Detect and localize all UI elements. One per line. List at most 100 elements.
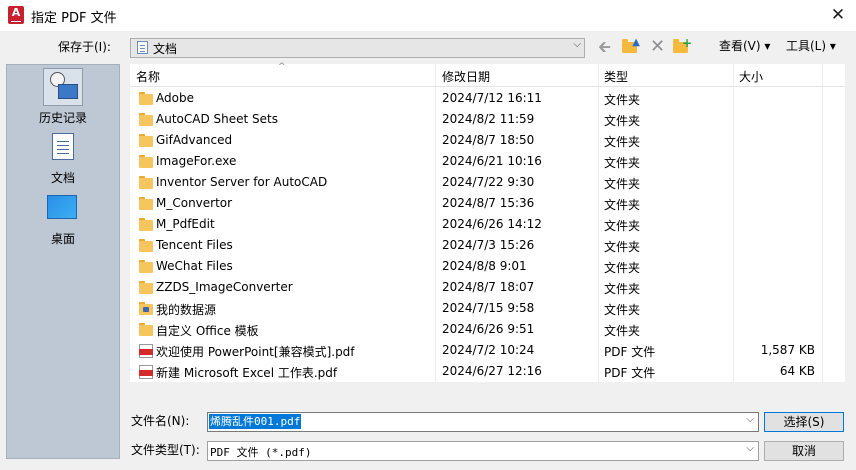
file-row[interactable]: M_PdfEdit 2024/6/26 14:12 文件夹 (130, 214, 845, 235)
save-in-value: 文档 (153, 42, 178, 56)
places-item-desktop[interactable]: 桌面 (7, 230, 119, 247)
title-bar: A 指定 PDF 文件 ✕ (0, 0, 856, 31)
file-date: 2024/7/2 10:24 (442, 343, 535, 357)
column-header-type[interactable]: 类型 (604, 68, 628, 85)
tools-menu[interactable]: 工具(L) ▾ (786, 37, 836, 54)
column-header-date[interactable]: 修改日期 (442, 68, 490, 85)
file-row[interactable]: M_Convertor 2024/8/7 15:36 文件夹 (130, 193, 845, 214)
folder-icon (139, 323, 153, 337)
file-name: ImageFor.exe (156, 154, 237, 168)
folder-icon (139, 92, 153, 106)
history-icon (43, 68, 83, 106)
file-row[interactable]: 欢迎使用 PowerPoint[兼容模式].pdf 2024/7/2 10:24 P… (130, 340, 845, 361)
file-type: 文件夹 (604, 114, 641, 128)
folder-icon (139, 281, 153, 295)
delete-icon[interactable]: ✕ (650, 38, 668, 56)
file-date: 2024/8/7 18:07 (442, 280, 535, 294)
places-item-documents[interactable]: 文档 (7, 169, 119, 186)
file-date: 2024/7/22 9:30 (442, 175, 535, 189)
new-folder-icon[interactable]: + (673, 36, 692, 55)
filetype-dropdown[interactable]: PDF 文件 (*.pdf) ⌵ (207, 441, 759, 461)
file-type: 文件夹 (604, 303, 641, 317)
file-date: 2024/6/21 10:16 (442, 154, 542, 168)
file-name: GifAdvanced (156, 133, 233, 147)
file-date: 2024/7/12 16:11 (442, 91, 542, 105)
file-row[interactable]: 自定义 Office 模板 2024/6/26 9:51 文件夹 (130, 319, 845, 340)
file-name: M_Convertor (156, 196, 233, 210)
view-menu[interactable]: 查看(V) ▾ (719, 37, 770, 54)
file-name: 欢迎使用 PowerPoint[兼容模式].pdf (156, 345, 355, 359)
file-name: Inventor Server for AutoCAD (156, 175, 328, 189)
save-in-dropdown[interactable]: 文档 ⌵ (130, 38, 585, 58)
file-type: 文件夹 (604, 324, 641, 338)
file-row[interactable]: 新建 Microsoft Excel 工作表.pdf 2024/6/27 12:1… (130, 361, 845, 382)
file-type: 文件夹 (604, 198, 641, 212)
places-sidebar: 历史记录 文档 桌面 (6, 64, 120, 459)
chevron-down-icon[interactable]: ⌵ (746, 443, 754, 454)
places-item-history[interactable]: 历史记录 (7, 65, 119, 129)
file-name: M_PdfEdit (156, 217, 215, 231)
back-arrow-icon[interactable]: 🡰 (598, 39, 616, 55)
file-date: 2024/8/7 15:36 (442, 196, 535, 210)
file-row[interactable]: ZZDS_ImageConverter 2024/8/7 18:07 文件夹 (130, 277, 845, 298)
filename-value[interactable]: 烯腾乱件001.pdf (209, 414, 302, 429)
file-type: 文件夹 (604, 219, 641, 233)
folder-icon (139, 218, 153, 232)
filename-label: 文件名(N): (131, 414, 190, 428)
up-one-level-icon[interactable]: ▲ (622, 37, 640, 55)
cancel-button[interactable]: 取消 (764, 441, 844, 461)
file-name: 自定义 Office 模板 (156, 324, 259, 338)
filetype-label: 文件类型(T): (131, 443, 200, 457)
file-size: 64 KB (779, 364, 815, 378)
file-name: 新建 Microsoft Excel 工作表.pdf (156, 366, 338, 380)
folder-icon (139, 260, 153, 274)
column-header-size[interactable]: 大小 (739, 68, 763, 85)
sort-ascending-icon: ^ (278, 62, 286, 72)
save-in-label: 保存于(I): (58, 40, 111, 54)
chevron-down-icon[interactable]: ⌵ (746, 414, 754, 425)
file-row[interactable]: AutoCAD Sheet Sets 2024/8/2 11:59 文件夹 (130, 109, 845, 130)
file-type: 文件夹 (604, 177, 641, 191)
file-row[interactable]: ImageFor.exe 2024/6/21 10:16 文件夹 (130, 151, 845, 172)
places-item-label: 历史记录 (38, 111, 87, 125)
folder-icon (139, 134, 153, 148)
desktop-icon[interactable] (47, 195, 77, 219)
file-list-header: 名称 ^ 修改日期 类型 大小 (130, 62, 845, 87)
file-type: 文件夹 (604, 93, 641, 107)
file-name: WeChat Files (156, 259, 233, 273)
documents-icon[interactable] (52, 133, 74, 160)
file-type: 文件夹 (604, 156, 641, 170)
select-button[interactable]: 选择(S) (764, 412, 844, 432)
close-button[interactable]: ✕ (826, 4, 850, 28)
file-name: Adobe (156, 91, 194, 105)
file-row[interactable]: Inventor Server for AutoCAD 2024/7/22 9:3… (130, 172, 845, 193)
file-type: 文件夹 (604, 282, 641, 296)
filename-input[interactable]: 烯腾乱件001.pdf ⌵ (207, 412, 759, 432)
file-date: 2024/6/27 12:16 (442, 364, 542, 378)
file-date: 2024/8/7 18:50 (442, 133, 535, 147)
column-header-name[interactable]: 名称 (136, 68, 160, 85)
folder-icon (139, 239, 153, 253)
file-list[interactable]: 名称 ^ 修改日期 类型 大小 Adobe 2024/7/12 16:11 文件夹 A… (130, 62, 845, 382)
file-row[interactable]: Tencent Files 2024/7/3 15:26 文件夹 (130, 235, 845, 256)
file-type: 文件夹 (604, 240, 641, 254)
file-name: AutoCAD Sheet Sets (156, 112, 278, 126)
file-type: 文件夹 (604, 135, 641, 149)
folder-icon (139, 113, 153, 127)
file-name: 我的数据源 (156, 303, 217, 317)
file-date: 2024/6/26 14:12 (442, 217, 542, 231)
file-date: 2024/8/8 9:01 (442, 259, 527, 273)
file-date: 2024/7/3 15:26 (442, 238, 535, 252)
documents-small-icon (137, 41, 148, 54)
file-type: PDF 文件 (604, 345, 656, 359)
window-title: 指定 PDF 文件 (31, 11, 117, 26)
file-type: 文件夹 (604, 261, 641, 275)
file-name: ZZDS_ImageConverter (156, 280, 293, 294)
file-row[interactable]: GifAdvanced 2024/8/7 18:50 文件夹 (130, 130, 845, 151)
file-type: PDF 文件 (604, 366, 656, 380)
file-row[interactable]: Adobe 2024/7/12 16:11 文件夹 (130, 88, 845, 109)
file-row[interactable]: WeChat Files 2024/8/8 9:01 文件夹 (130, 256, 845, 277)
pdf-file-icon (139, 365, 153, 379)
file-date: 2024/8/2 11:59 (442, 112, 535, 126)
file-row[interactable]: 我的数据源 2024/7/15 9:58 文件夹 (130, 298, 845, 319)
